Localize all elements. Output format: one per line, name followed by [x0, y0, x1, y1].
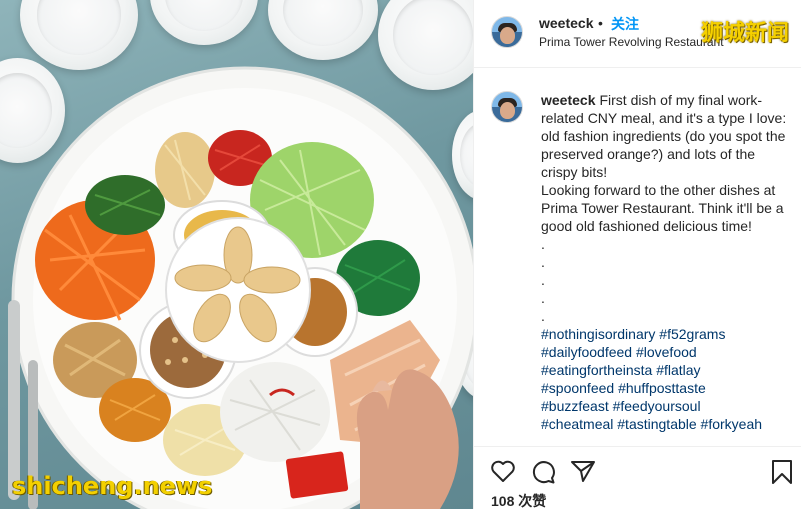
caption-dot: . [541, 290, 545, 306]
abalone-plate [165, 217, 311, 363]
caption-username[interactable]: weeteck [541, 92, 595, 108]
caption-dot: . [541, 272, 545, 288]
follow-button[interactable]: 关注 [611, 14, 639, 34]
location-link[interactable]: Prima Tower Revolving Restaurant [539, 35, 724, 49]
avatar-face [500, 102, 515, 119]
watermark-bottom: shicheng.news [12, 472, 213, 500]
caption-line: Looking forward to the other dishes at P… [541, 182, 784, 234]
hashtag-line[interactable]: #eatingfortheinsta #flatlay [541, 361, 791, 379]
post-actions: 108 次赞 [474, 446, 801, 509]
post-photo[interactable]: shicheng.news [0, 0, 473, 509]
caption-dot: . [541, 308, 545, 324]
yusheng-platter [8, 66, 473, 509]
avatar-face [500, 27, 515, 44]
post-details-panel: weeteck • 关注 Prima Tower Revolving Resta… [473, 0, 801, 509]
caption-first-line: weeteck First dish of my final work-relat… [541, 91, 791, 181]
hashtag-line[interactable]: #spoonfeed #huffposttaste [541, 379, 791, 397]
hashtag-line[interactable]: #nothingisordinary #f52grams [541, 325, 791, 343]
caption-dot: . [541, 254, 545, 270]
caption-area: weeteck First dish of my final work-relat… [474, 69, 801, 446]
likes-count[interactable]: 108 次赞 [491, 491, 546, 509]
watermark-top: 狮城新闻 [700, 21, 789, 46]
hashtag-line[interactable]: #buzzfeast #feedyoursoul [541, 397, 791, 415]
avatar[interactable] [491, 16, 523, 48]
caption-avatar[interactable] [491, 91, 523, 123]
paper-plane-icon[interactable] [570, 459, 596, 483]
follow-separator: • [598, 15, 603, 31]
white-vermicelli [220, 362, 330, 462]
heart-icon[interactable] [490, 459, 516, 483]
caption-text: weeteck First dish of my final work-relat… [541, 91, 791, 433]
username-link[interactable]: weeteck [539, 15, 593, 31]
caption-dot: . [541, 236, 545, 252]
comment-icon[interactable] [530, 459, 556, 485]
hashtag-line[interactable]: #cheatmeal #tastingtable #forkyeah [541, 415, 791, 433]
pickled-ginger [155, 132, 215, 208]
hashtag-line[interactable]: #dailyfoodfeed #lovefood [541, 343, 791, 361]
green-seaweed [85, 175, 165, 235]
bookmark-icon[interactable] [771, 459, 793, 485]
